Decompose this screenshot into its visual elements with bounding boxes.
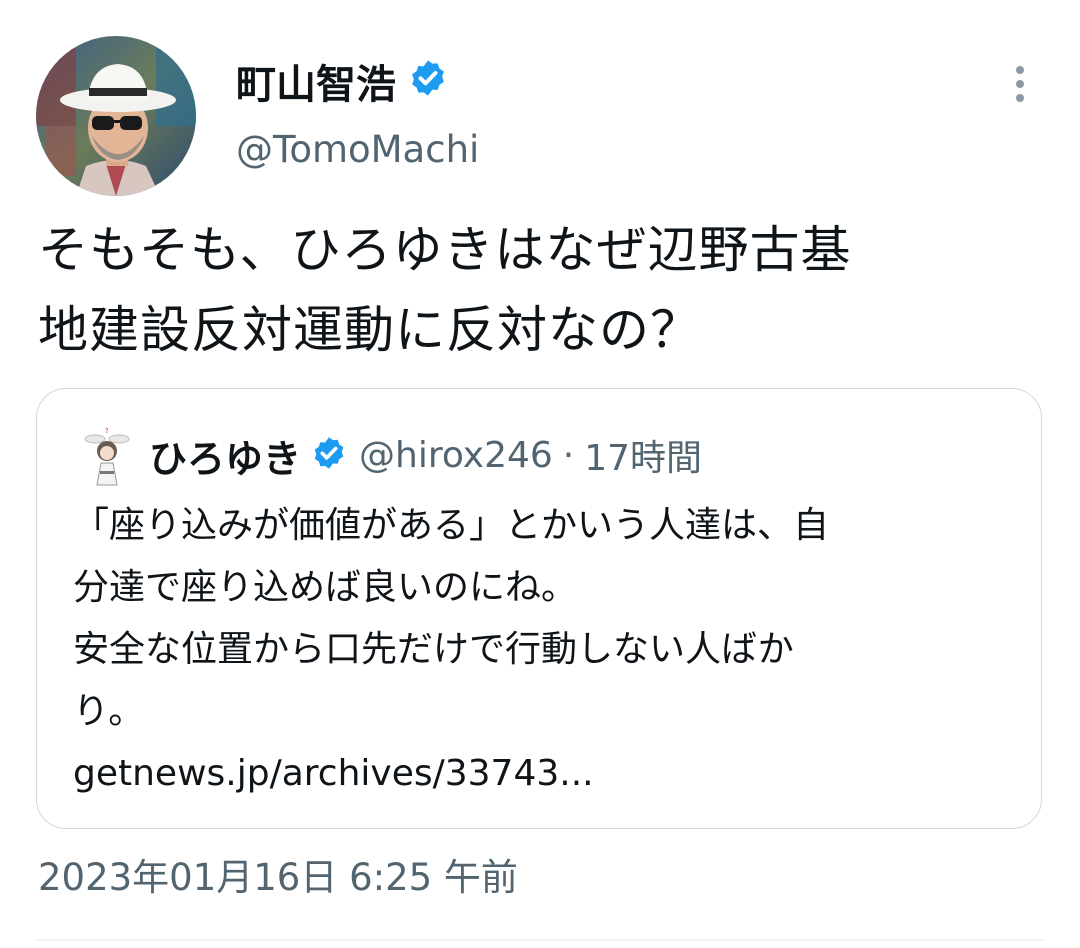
quote-text: 「座り込みが価値がある」とかいう人達は、自 分達で座り込めば良いのにね。 安全な… bbox=[73, 495, 1033, 805]
author-avatar[interactable] bbox=[36, 36, 196, 196]
svg-text:?: ? bbox=[105, 427, 109, 435]
more-options-icon[interactable] bbox=[1000, 60, 1040, 108]
quote-text-line: 「座り込みが価値がある」とかいう人達は、自 bbox=[73, 505, 830, 546]
quote-text-line: 分達で座り込めば良いのにね。 bbox=[73, 567, 578, 608]
quote-author-avatar: ? bbox=[81, 425, 133, 487]
tweet-text-line: 地建設反対運動に反対なの？ bbox=[38, 301, 701, 359]
verified-badge-icon bbox=[408, 58, 448, 111]
author-handle[interactable]: @TomoMachi bbox=[236, 125, 479, 175]
quote-header: ひろゆき @hirox246 · 17時間 bbox=[149, 427, 702, 483]
author-display-name[interactable]: 町山智浩 bbox=[236, 59, 396, 111]
tweet-detail: 町山智浩 @TomoMachi そもそも、ひろゆきはなぜ辺野古基 地建設反対運動… bbox=[0, 0, 1080, 948]
quote-text-line: り。 bbox=[73, 691, 145, 732]
quoted-tweet-card[interactable]: ? ひろゆき @hirox246 · 17時間 「座り込みが価値がある」とかいう… bbox=[36, 388, 1042, 829]
quote-link[interactable]: getnews.jp/archives/33743... bbox=[73, 743, 1033, 805]
quote-text-line: 安全な位置から口先だけで行動しない人ばか bbox=[73, 629, 794, 670]
quote-author-name: ひろゆき bbox=[149, 436, 302, 481]
quote-author-handle: @hirox246 bbox=[359, 434, 553, 476]
tweet-text: そもそも、ひろゆきはなぜ辺野古基 地建設反対運動に反対なの？ bbox=[38, 210, 1048, 370]
quote-relative-time: 17時間 bbox=[584, 438, 703, 479]
tweet-timestamp[interactable]: 2023年01月16日 6:25 午前 bbox=[38, 850, 518, 906]
author-display-name-row[interactable]: 町山智浩 bbox=[236, 58, 448, 111]
tweet-text-line: そもそも、ひろゆきはなぜ辺野古基 bbox=[38, 221, 852, 279]
divider bbox=[36, 939, 1044, 941]
verified-badge-icon bbox=[311, 435, 347, 475]
quote-separator: · bbox=[562, 434, 575, 476]
